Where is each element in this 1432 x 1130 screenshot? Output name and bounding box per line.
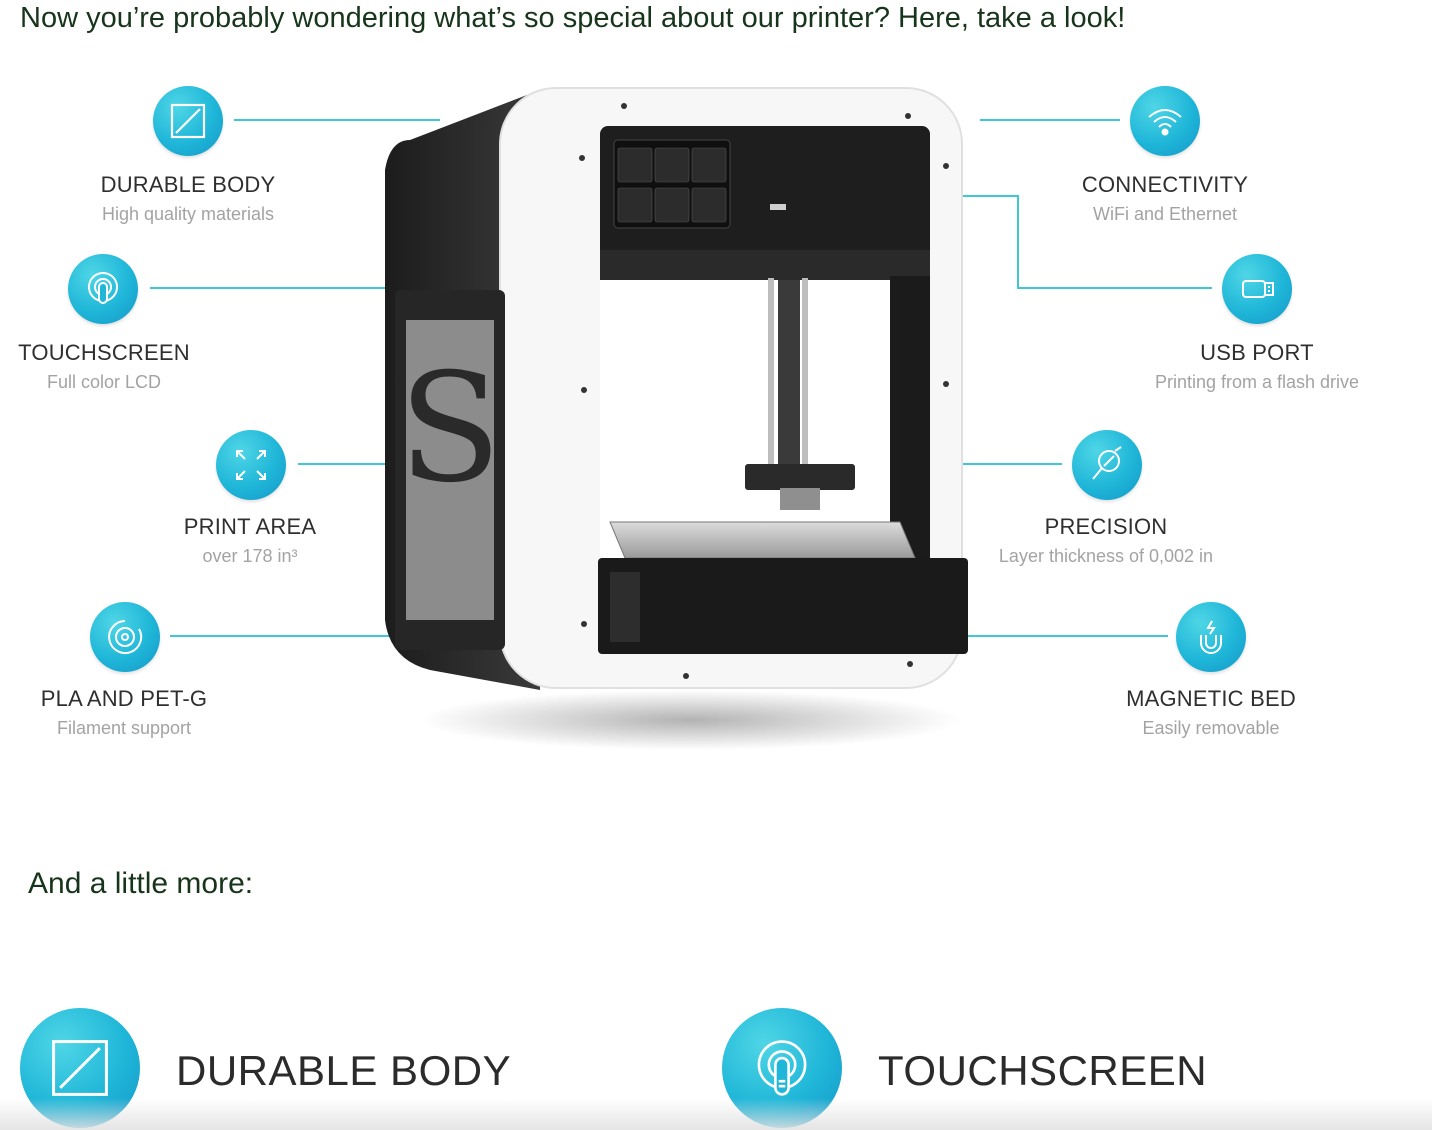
more-text: And a little more: (28, 867, 254, 900)
durable-body-title: DURABLE BODY (100, 172, 276, 197)
pla-petg-title: PLA AND PET-G (40, 686, 208, 711)
precision-title: PRECISION (1044, 514, 1168, 539)
svg-text:S: S (399, 342, 502, 516)
durable-body-label: DURABLE BODY (176, 1047, 512, 1094)
usb-drive-icon (1222, 254, 1292, 324)
touchscreen-label: TOUCHSCREEN (878, 1047, 1208, 1094)
pla-petg-subtitle: Filament support (56, 718, 192, 738)
print-area-subtitle: over 178 in³ (202, 546, 298, 566)
durable-body-icon (153, 86, 223, 156)
magnetic-bed-subtitle: Easily removable (1142, 718, 1280, 738)
wifi-icon (1130, 86, 1200, 156)
print-area-title: PRINT AREA (183, 514, 317, 539)
touchscreen-subtitle: Full color LCD (46, 372, 162, 392)
filament-spool-icon (90, 602, 160, 672)
magnetic-bed-title: MAGNETIC BED (1126, 686, 1296, 711)
touchscreen-title: TOUCHSCREEN (18, 340, 190, 365)
usb-port-title: USB PORT (1200, 340, 1314, 365)
intro-text: Now you’re probably wondering what’s so … (20, 2, 1126, 34)
bottom-fade (0, 1098, 1432, 1130)
usb-port-subtitle: Printing from a flash drive (1154, 372, 1360, 392)
touchscreen-icon (68, 254, 138, 324)
printer-feature-diagram: S DURABLE BODY High quality materials TO… (0, 60, 1432, 780)
printer-image: S (385, 87, 968, 750)
magnet-icon (1176, 602, 1246, 672)
connectivity-subtitle: WiFi and Ethernet (1092, 204, 1238, 224)
precision-subtitle: Layer thickness of 0,002 in (998, 546, 1214, 566)
print-area-icon (216, 430, 286, 500)
durable-body-subtitle: High quality materials (101, 204, 275, 224)
connectivity-title: CONNECTIVITY (1081, 172, 1249, 197)
magnifier-icon (1072, 430, 1142, 500)
